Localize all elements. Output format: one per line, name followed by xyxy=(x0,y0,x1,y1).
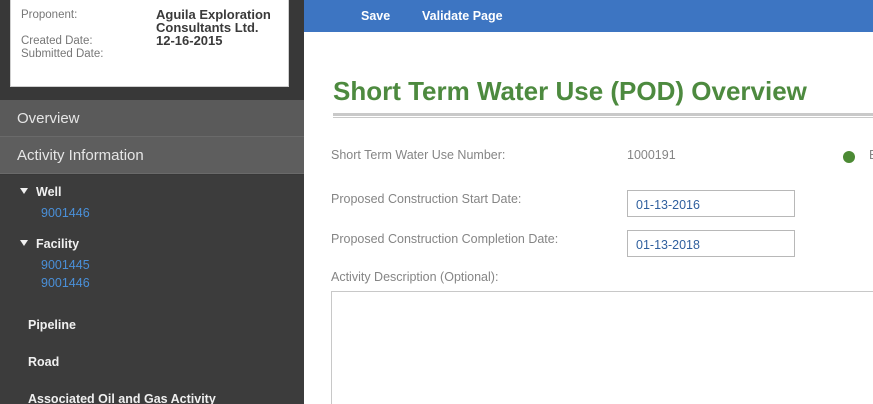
facility-link[interactable]: 9001445 xyxy=(41,258,90,272)
start-date-input[interactable]: 01-13-2016 xyxy=(627,190,795,217)
facility-link[interactable]: 9001446 xyxy=(41,276,90,290)
sidebar-item-associated-activity[interactable]: Associated Oil and Gas Activity xyxy=(28,392,216,404)
sidebar-group-well-label: Well xyxy=(36,185,62,199)
title-divider xyxy=(333,113,873,116)
activity-description-textarea[interactable] xyxy=(331,291,873,404)
sidebar-item-road[interactable]: Road xyxy=(28,355,59,369)
submitted-date-label: Submitted Date: xyxy=(21,48,104,60)
application-meta-panel: Proponent: Aguila Exploration Consultant… xyxy=(10,0,289,87)
sidebar-group-well[interactable]: Well xyxy=(20,185,61,199)
created-date-label: Created Date: xyxy=(21,35,93,47)
sidebar-item-pipeline[interactable]: Pipeline xyxy=(28,318,76,332)
sidebar-group-facility-label: Facility xyxy=(36,237,80,251)
completion-date-label: Proposed Construction Completion Date: xyxy=(331,232,559,246)
validate-page-button[interactable]: Validate Page xyxy=(422,9,503,23)
water-use-number-value: 1000191 xyxy=(627,148,676,162)
completion-date-input[interactable]: 01-13-2018 xyxy=(627,230,795,257)
activity-subnav: Well 9001446 Facility 9001445 9001446 Pi… xyxy=(0,175,304,404)
title-divider-thin xyxy=(333,117,873,118)
toolbar: Save Validate Page xyxy=(304,0,873,32)
page-title: Short Term Water Use (POD) Overview xyxy=(333,76,807,106)
sidebar-item-activity-information[interactable]: Activity Information xyxy=(0,137,304,174)
sidebar: Proponent: Aguila Exploration Consultant… xyxy=(0,0,304,404)
save-button[interactable]: Save xyxy=(361,9,390,23)
status-dot-icon xyxy=(843,151,855,163)
water-use-number-label: Short Term Water Use Number: xyxy=(331,148,506,162)
activity-description-label: Activity Description (Optional): xyxy=(331,270,499,284)
sidebar-item-overview-label: Overview xyxy=(17,110,80,127)
caret-down-icon xyxy=(20,188,28,194)
caret-down-icon xyxy=(20,240,28,246)
well-link[interactable]: 9001446 xyxy=(41,206,90,220)
created-date-value: 12-16-2015 xyxy=(156,33,223,48)
start-date-label: Proposed Construction Start Date: xyxy=(331,192,522,206)
sidebar-group-facility[interactable]: Facility xyxy=(20,237,79,251)
proponent-label: Proponent: xyxy=(21,9,78,21)
app-window: Proponent: Aguila Exploration Consultant… xyxy=(0,0,873,404)
sidebar-item-activity-information-label: Activity Information xyxy=(17,147,144,164)
sidebar-item-overview[interactable]: Overview xyxy=(0,100,304,137)
status-text: E xyxy=(869,148,873,162)
